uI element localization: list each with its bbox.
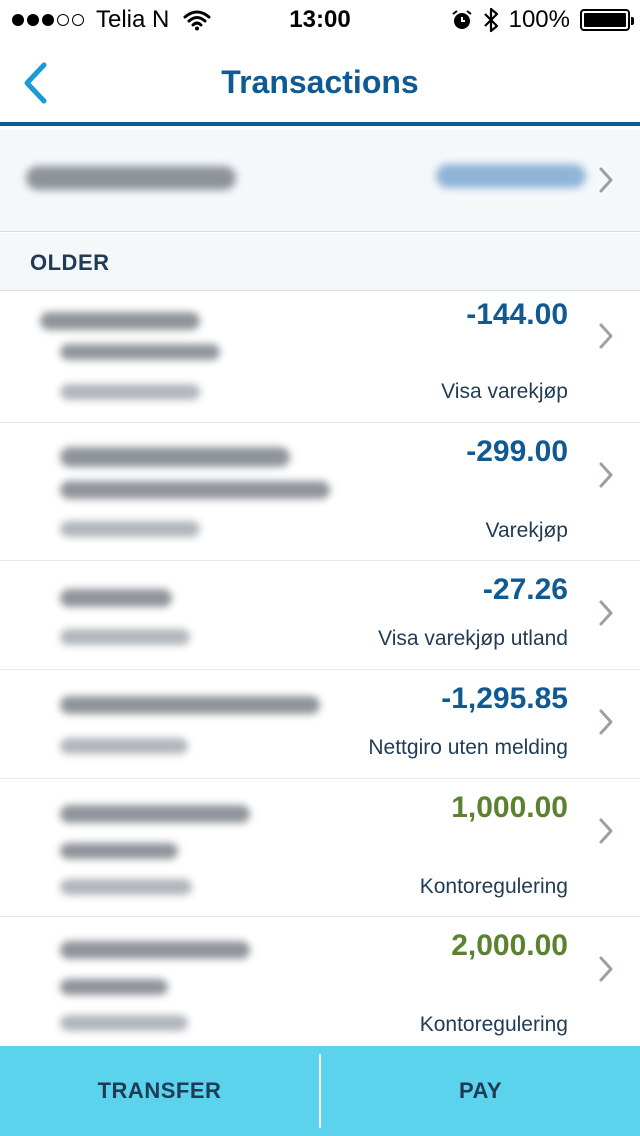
transaction-amount: 2,000.00 <box>451 929 568 962</box>
transaction-row[interactable]: 1,000.00 Kontoregulering <box>0 779 640 917</box>
transaction-amount: 1,000.00 <box>451 791 568 824</box>
transaction-type: Nettgiro uten melding <box>368 736 568 759</box>
redacted-account-balance <box>436 164 586 188</box>
battery-icon <box>580 9 634 31</box>
redacted-text <box>60 941 250 959</box>
status-right: 100% <box>451 6 634 34</box>
transfer-button[interactable]: TRANSFER <box>0 1046 319 1136</box>
transaction-type: Kontoregulering <box>419 1013 568 1036</box>
transaction-amount: -1,295.85 <box>441 682 568 715</box>
chevron-right-icon <box>599 818 613 844</box>
transaction-amount: -144.00 <box>466 298 568 331</box>
page-title: Transactions <box>221 64 419 100</box>
redacted-date <box>60 879 192 895</box>
redacted-text <box>60 696 320 714</box>
redacted-text <box>60 843 178 859</box>
bottom-action-bar: TRANSFER PAY <box>0 1046 640 1136</box>
transaction-row[interactable]: -299.00 Varekjøp <box>0 423 640 561</box>
bluetooth-icon <box>483 7 498 33</box>
status-bar: Telia N 13:00 100% <box>0 0 640 40</box>
redacted-text <box>60 344 220 360</box>
chevron-right-icon <box>599 462 613 488</box>
transaction-row[interactable]: -144.00 Visa varekjøp <box>0 292 640 423</box>
transaction-amount: -299.00 <box>466 435 568 468</box>
chevron-right-icon <box>599 167 613 193</box>
alarm-icon <box>452 10 472 29</box>
redacted-text <box>60 979 168 995</box>
transaction-type: Visa varekjøp utland <box>378 627 568 650</box>
redacted-date <box>60 521 200 537</box>
chevron-right-icon <box>599 323 613 349</box>
battery-percent: 100% <box>508 6 570 33</box>
transaction-type: Kontoregulering <box>419 875 568 898</box>
redacted-date <box>60 629 190 645</box>
section-label: OLDER <box>30 250 110 275</box>
redacted-date <box>60 1015 188 1031</box>
pay-button[interactable]: PAY <box>321 1046 640 1136</box>
transaction-row[interactable]: -27.26 Visa varekjøp utland <box>0 561 640 670</box>
transaction-row[interactable]: 2,000.00 Kontoregulering <box>0 917 640 1047</box>
redacted-date <box>60 738 188 754</box>
redacted-text <box>60 589 172 607</box>
transaction-amount: -27.26 <box>482 573 568 606</box>
account-selector[interactable] <box>0 130 640 232</box>
chevron-right-icon <box>599 709 613 735</box>
redacted-text <box>40 312 200 330</box>
chevron-right-icon <box>599 600 613 626</box>
redacted-text <box>60 805 250 823</box>
redacted-account-name <box>26 166 236 190</box>
transaction-type: Varekjøp <box>485 519 568 542</box>
chevron-right-icon <box>599 956 613 982</box>
transaction-row[interactable]: -1,295.85 Nettgiro uten melding <box>0 670 640 779</box>
redacted-text <box>60 447 290 467</box>
transaction-type: Visa varekjøp <box>441 380 568 403</box>
redacted-text <box>60 481 330 499</box>
navigation-bar: Transactions <box>0 40 640 126</box>
redacted-date <box>60 384 200 400</box>
section-header: OLDER <box>0 233 640 291</box>
